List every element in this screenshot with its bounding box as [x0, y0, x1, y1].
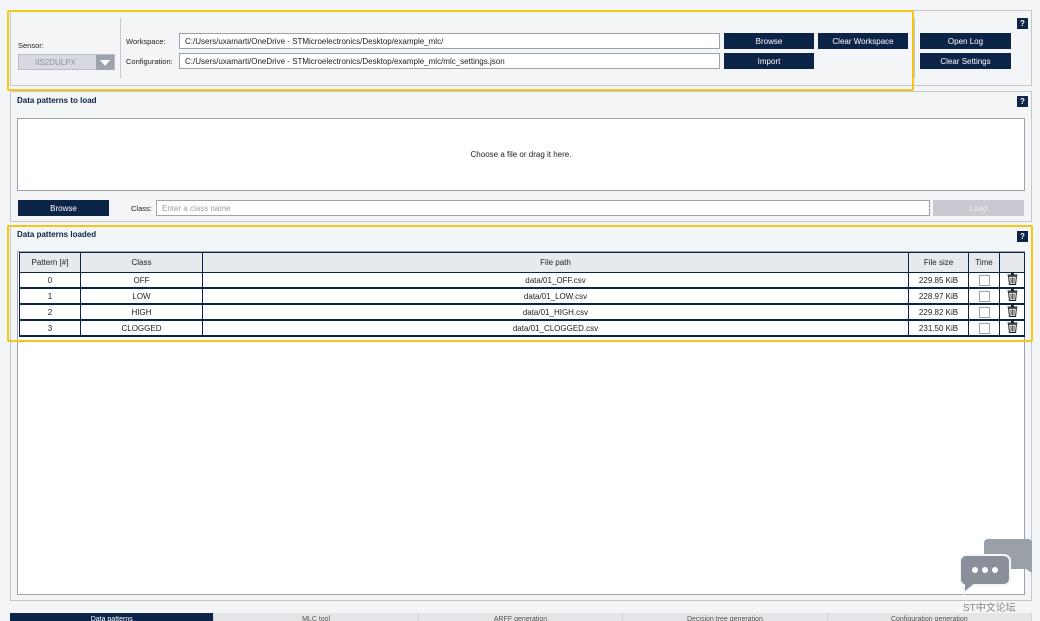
chat-bubble-icon	[959, 537, 1032, 597]
watermark-text: ST中文论坛	[963, 603, 1016, 614]
config-help-button[interactable]: ?	[1017, 18, 1028, 29]
patterns-browse-button[interactable]: Browse	[18, 200, 109, 216]
clear-settings-button[interactable]: Clear Settings	[920, 53, 1011, 69]
side-divider	[914, 18, 915, 78]
bottom-tab-bar: Data patterns MLC tool ARFF generation D…	[10, 613, 1033, 621]
tab-arff-generation[interactable]: ARFF generation	[418, 613, 624, 621]
tab-mlc-tool[interactable]: MLC tool	[214, 613, 419, 621]
open-log-button[interactable]: Open Log	[920, 33, 1011, 49]
highlight-table-box	[7, 225, 1033, 342]
patterns-to-load-help-button[interactable]: ?	[1017, 96, 1028, 107]
tab-configuration-generation[interactable]: Configuration generation	[827, 613, 1033, 621]
tab-data-patterns[interactable]: Data patterns	[10, 613, 215, 621]
class-name-input[interactable]: Enter a class name	[156, 200, 930, 216]
dropzone-text: Choose a file or drag it here.	[470, 150, 572, 159]
class-label: Class:	[131, 204, 152, 213]
tab-decision-tree-generation[interactable]: Decision tree generation	[623, 613, 828, 621]
load-button[interactable]: Load	[933, 200, 1024, 216]
file-dropzone[interactable]: Choose a file or drag it here.	[17, 118, 1025, 191]
patterns-to-load-title: Data patterns to load	[17, 96, 97, 105]
highlight-config-box	[7, 10, 914, 91]
